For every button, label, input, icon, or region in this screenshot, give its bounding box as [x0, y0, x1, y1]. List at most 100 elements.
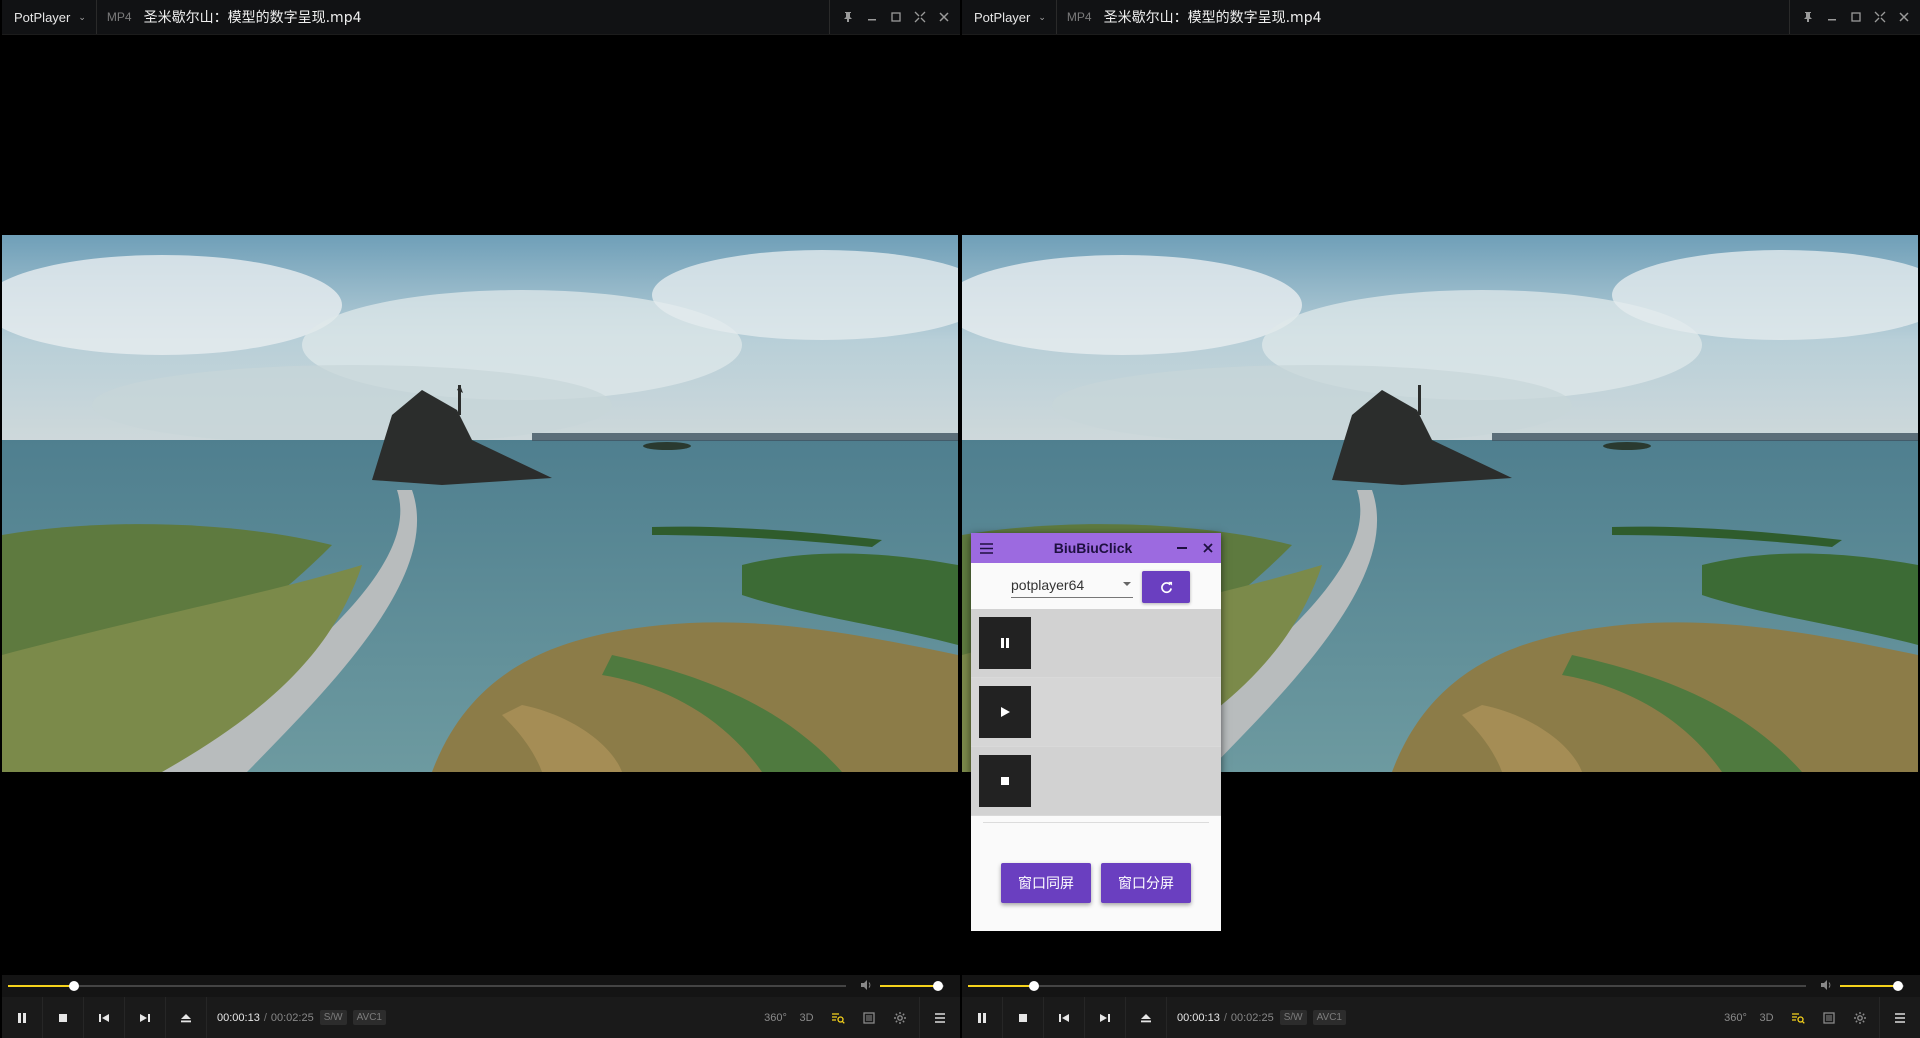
- playlist-search-button[interactable]: [1782, 997, 1813, 1038]
- open-file-button[interactable]: [166, 997, 207, 1038]
- volume-slider[interactable]: [1840, 981, 1904, 991]
- pin-icon[interactable]: [836, 5, 860, 29]
- volume-thumb[interactable]: [932, 981, 943, 991]
- hamburger-icon: [935, 1012, 945, 1023]
- close-icon[interactable]: [1892, 5, 1916, 29]
- pause-button[interactable]: [2, 997, 43, 1038]
- widget-close-button[interactable]: [1195, 533, 1221, 563]
- pause-icon: [18, 1012, 26, 1023]
- volume-slider[interactable]: [880, 981, 944, 991]
- settings-button[interactable]: [1844, 997, 1875, 1038]
- desktop: PotPlayer ⌄ MP4 圣米歇尔山：模型的数字呈现.mp4 00:00:…: [0, 0, 1920, 1038]
- skip-previous-icon: [99, 1013, 109, 1022]
- potplayer-window-left: PotPlayer ⌄ MP4 圣米歇尔山：模型的数字呈现.mp4 00:00:…: [2, 0, 960, 1038]
- decoder-badge[interactable]: S/W: [319, 1010, 347, 1025]
- playlist-button[interactable]: [853, 997, 884, 1038]
- window-sync-button[interactable]: 窗口同屏: [1001, 863, 1091, 903]
- potplayer-menu-button[interactable]: PotPlayer ⌄: [2, 0, 97, 34]
- target-window-select[interactable]: potplayer64: [1011, 573, 1133, 598]
- fullscreen-icon[interactable]: [908, 5, 932, 29]
- refresh-button[interactable]: [1142, 571, 1190, 603]
- window-split-button[interactable]: 窗口分屏: [1101, 863, 1191, 903]
- title-bar[interactable]: PotPlayer ⌄ MP4 圣米歇尔山：模型的数字呈现.mp4: [962, 0, 1920, 35]
- list-item: [971, 678, 1221, 747]
- decoder-badge[interactable]: S/W: [1279, 1010, 1307, 1025]
- volume-icon[interactable]: [1820, 979, 1834, 994]
- total-time: 00:02:25: [270, 1011, 314, 1024]
- pause-button[interactable]: [962, 997, 1003, 1038]
- main-menu-button[interactable]: [1879, 997, 1920, 1038]
- video-frame[interactable]: [2, 235, 958, 772]
- window-controls: [1789, 0, 1920, 34]
- settings-button[interactable]: [884, 997, 915, 1038]
- divider: [983, 822, 1209, 823]
- chevron-down-icon: ⌄: [78, 11, 86, 22]
- hamburger-icon: [979, 542, 993, 554]
- list-item: [971, 747, 1221, 816]
- seek-thumb[interactable]: [1029, 981, 1040, 991]
- playlist-icon: [862, 1011, 875, 1024]
- 3d-button[interactable]: 3D: [1751, 997, 1782, 1038]
- close-icon[interactable]: [932, 5, 956, 29]
- widget-actions: 窗口同屏 窗口分屏: [971, 863, 1221, 903]
- potplayer-menu-button[interactable]: PotPlayer ⌄: [962, 0, 1057, 34]
- minimize-icon[interactable]: [860, 5, 884, 29]
- skip-next-icon: [1100, 1013, 1110, 1022]
- time-display: 00:00:13 / 00:02:25 S/W AVC1: [217, 1010, 386, 1025]
- target-window-value: potplayer64: [1011, 577, 1085, 593]
- stop-button[interactable]: [43, 997, 84, 1038]
- previous-button[interactable]: [84, 997, 125, 1038]
- maximize-icon[interactable]: [884, 5, 908, 29]
- volume-thumb[interactable]: [1892, 981, 1903, 991]
- previous-button[interactable]: [1044, 997, 1085, 1038]
- close-icon: [1203, 543, 1213, 553]
- list-search-icon: [1791, 1012, 1805, 1024]
- list-search-icon: [831, 1012, 845, 1024]
- seek-bar[interactable]: [8, 981, 846, 991]
- seek-thumb[interactable]: [69, 981, 80, 991]
- current-time: 00:00:13: [217, 1011, 260, 1024]
- stop-button[interactable]: [1003, 997, 1044, 1038]
- vr-360-button[interactable]: 360°: [1720, 997, 1751, 1038]
- playlist-search-button[interactable]: [822, 997, 853, 1038]
- main-menu-button[interactable]: [919, 997, 960, 1038]
- volume-fill: [1840, 985, 1898, 987]
- pin-icon[interactable]: [1796, 5, 1820, 29]
- widget-header[interactable]: BiuBiuClick: [971, 533, 1221, 563]
- refresh-icon: [1160, 581, 1172, 593]
- window-controls: [829, 0, 960, 34]
- chevron-down-icon: ⌄: [1038, 11, 1046, 22]
- pause-icon: [978, 1012, 986, 1023]
- seek-progress-fill: [968, 985, 1035, 987]
- widget-menu-button[interactable]: [971, 533, 1001, 563]
- stop-all-button[interactable]: [979, 755, 1031, 807]
- title-bar[interactable]: PotPlayer ⌄ MP4 圣米歇尔山：模型的数字呈现.mp4: [2, 0, 960, 35]
- seek-bar[interactable]: [968, 981, 1806, 991]
- next-button[interactable]: [1085, 997, 1126, 1038]
- current-time: 00:00:13: [1177, 1011, 1220, 1024]
- volume-icon[interactable]: [860, 979, 874, 994]
- 3d-button[interactable]: 3D: [791, 997, 822, 1038]
- play-icon: [1001, 707, 1010, 717]
- hamburger-icon: [1895, 1012, 1905, 1023]
- pause-all-button[interactable]: [979, 617, 1031, 669]
- open-file-button[interactable]: [1126, 997, 1167, 1038]
- eject-icon: [181, 1013, 191, 1022]
- right-tools: 360° 3D: [760, 997, 960, 1038]
- total-time: 00:02:25: [1230, 1011, 1274, 1024]
- maximize-icon[interactable]: [1844, 5, 1868, 29]
- fullscreen-icon[interactable]: [1868, 5, 1892, 29]
- codec-badge[interactable]: AVC1: [1312, 1010, 1346, 1025]
- widget-minimize-button[interactable]: [1169, 533, 1195, 563]
- next-button[interactable]: [125, 997, 166, 1038]
- play-all-button[interactable]: [979, 686, 1031, 738]
- minimize-icon[interactable]: [1820, 5, 1844, 29]
- codec-badge[interactable]: AVC1: [352, 1010, 386, 1025]
- widget-title: BiuBiuClick: [1053, 540, 1133, 556]
- app-name: PotPlayer: [974, 9, 1031, 25]
- biubiuclick-widget: BiuBiuClick potplayer64 窗口同屏 窗口分屏: [971, 533, 1221, 931]
- time-display: 00:00:13 / 00:02:25 S/W AVC1: [1177, 1010, 1346, 1025]
- playlist-icon: [1822, 1011, 1835, 1024]
- playlist-button[interactable]: [1813, 997, 1844, 1038]
- vr-360-button[interactable]: 360°: [760, 997, 791, 1038]
